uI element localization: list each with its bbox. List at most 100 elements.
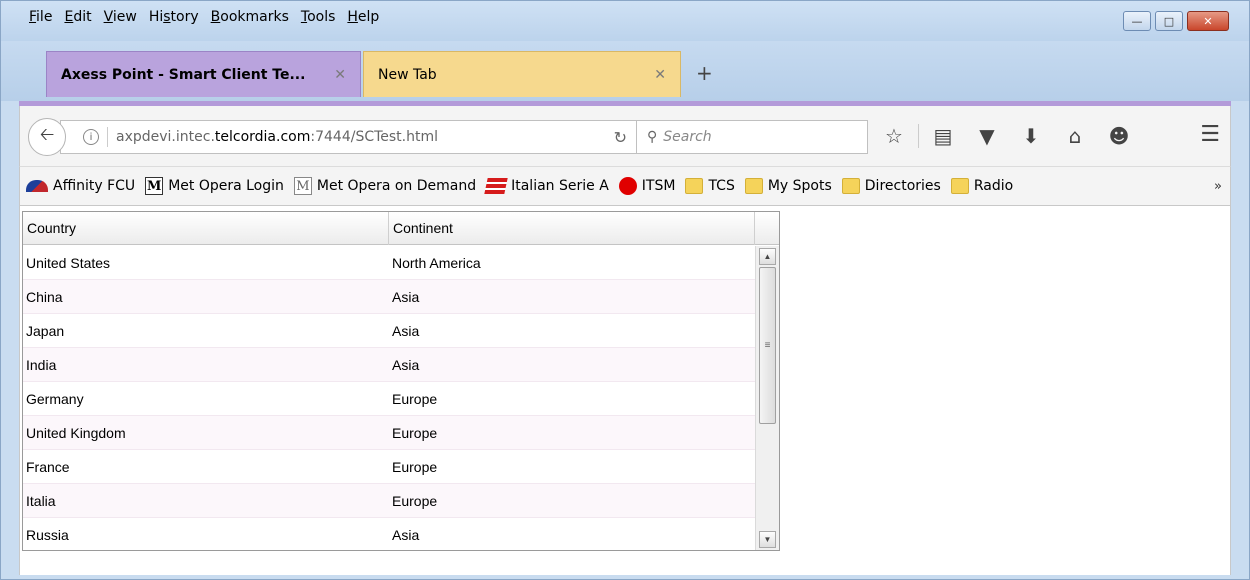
info-icon[interactable]: i — [83, 129, 99, 145]
column-header-spacer — [755, 212, 779, 245]
cell-continent: Asia — [392, 527, 420, 543]
tab-strip: Axess Point - Smart Client Te... ✕ New T… — [1, 41, 1249, 101]
affinity-logo-icon — [26, 180, 48, 192]
search-icon: ⚲ — [647, 129, 658, 145]
cell-continent: Europe — [392, 391, 438, 407]
main-menu: File Edit View History Bookmarks Tools H… — [29, 9, 391, 25]
cell-country: United Kingdom — [26, 425, 126, 441]
bookmark-label: Directories — [864, 178, 941, 194]
table-row[interactable]: United States North America — [23, 246, 779, 280]
cell-country: Germany — [26, 391, 84, 407]
chat-icon[interactable]: ☻ — [1097, 124, 1141, 148]
bookmarks-overflow-icon[interactable]: » — [1214, 179, 1222, 194]
bookmark-folder-my-spots[interactable]: My Spots — [744, 178, 832, 194]
download-icon[interactable]: ⬇ — [1009, 124, 1053, 148]
menu-bookmarks-rest: ookmarks — [220, 9, 289, 25]
bookmark-label: Italian Serie A — [511, 178, 609, 194]
serie-a-icon — [484, 178, 508, 194]
close-window-button[interactable]: ✕ — [1187, 11, 1229, 31]
bookmark-met-opera-login[interactable]: M Met Opera Login — [145, 177, 284, 195]
cell-country: Russia — [26, 527, 69, 543]
menu-history-rest: tory — [170, 9, 199, 25]
bookmark-label: Met Opera on Demand — [316, 178, 477, 194]
home-icon[interactable]: ⌂ — [1053, 124, 1097, 148]
m-logo-icon: M — [293, 177, 312, 195]
reload-icon[interactable]: ↻ — [614, 128, 627, 147]
bookmark-met-opera-on-demand[interactable]: M Met Opera on Demand — [293, 177, 477, 195]
cell-continent: Europe — [392, 493, 438, 509]
table-row[interactable]: Japan Asia — [23, 314, 779, 348]
tab-close-icon[interactable]: ✕ — [334, 67, 346, 83]
bookmark-folder-radio[interactable]: Radio — [950, 178, 1014, 194]
cell-continent: Asia — [392, 323, 420, 339]
bookmark-label: TCS — [708, 178, 735, 194]
grid-header: Country Continent — [23, 212, 779, 245]
menu-file[interactable]: File — [29, 9, 52, 25]
bookmark-folder-tcs[interactable]: TCS — [685, 178, 735, 194]
page-content: Country Continent United States North Am… — [19, 206, 1231, 575]
column-header-continent[interactable]: Continent — [389, 212, 755, 245]
scroll-down-arrow-icon[interactable]: ▼ — [759, 531, 776, 548]
table-row[interactable]: Germany Europe — [23, 382, 779, 416]
table-row[interactable]: Russia Asia — [23, 518, 779, 550]
table-row[interactable]: India Asia — [23, 348, 779, 382]
cell-continent: Europe — [392, 425, 438, 441]
table-row[interactable]: France Europe — [23, 450, 779, 484]
search-placeholder: Search — [663, 129, 712, 145]
window-controls: — □ ✕ — [1123, 11, 1229, 31]
bookmark-itsm[interactable]: ITSM — [618, 177, 675, 195]
menu-help[interactable]: Help — [347, 9, 379, 25]
tab-close-icon[interactable]: ✕ — [654, 67, 666, 83]
minimize-button[interactable]: — — [1123, 11, 1151, 31]
maximize-button[interactable]: □ — [1155, 11, 1183, 31]
table-row[interactable]: Italia Europe — [23, 484, 779, 518]
toolbar-icons: ☆ ▤ ▼ ⬇ ⌂ ☻ — [872, 124, 1141, 148]
url-bar[interactable]: i axpdevi.intec.telcordia.com:7444/SCTes… — [60, 120, 640, 154]
country-grid: Country Continent United States North Am… — [22, 211, 780, 551]
cell-continent: North America — [392, 255, 481, 271]
cell-country: Italia — [26, 493, 56, 509]
url-separator — [107, 127, 108, 147]
menu-bar: File Edit View History Bookmarks Tools H… — [1, 1, 1249, 41]
folder-icon — [744, 178, 763, 194]
menu-help-rest: elp — [357, 9, 380, 25]
table-row[interactable]: United Kingdom Europe — [23, 416, 779, 450]
bookmark-affinity-fcu[interactable]: Affinity FCU — [26, 178, 135, 194]
search-input[interactable]: ⚲ Search — [636, 120, 868, 154]
red-circle-icon — [618, 177, 637, 195]
browser-window: File Edit View History Bookmarks Tools H… — [0, 0, 1250, 580]
bookmarks-bar: Affinity FCU M Met Opera Login M Met Ope… — [19, 166, 1231, 206]
menu-edit-rest: dit — [73, 9, 92, 25]
folder-icon — [685, 178, 704, 194]
menu-bookmarks[interactable]: Bookmarks — [211, 9, 289, 25]
menu-view-rest: iew — [112, 9, 137, 25]
tab-label: Axess Point - Smart Client Te... — [61, 66, 306, 83]
cell-country: France — [26, 459, 70, 475]
tab-axess-point[interactable]: Axess Point - Smart Client Te... ✕ — [46, 51, 361, 97]
back-arrow-icon: 🡠 — [39, 124, 55, 145]
scroll-up-arrow-icon[interactable]: ▲ — [759, 248, 776, 265]
bookmark-star-icon[interactable]: ☆ — [872, 124, 916, 148]
new-tab-plus-icon[interactable]: + — [696, 61, 713, 85]
menu-tools[interactable]: Tools — [301, 9, 336, 25]
menu-history[interactable]: History — [149, 9, 199, 25]
back-button[interactable]: 🡠 — [28, 118, 66, 156]
table-row[interactable]: China Asia — [23, 280, 779, 314]
menu-edit[interactable]: Edit — [64, 9, 91, 25]
toolbar-separator — [918, 124, 919, 148]
menu-tools-rest: ools — [307, 9, 336, 25]
bookmark-folder-directories[interactable]: Directories — [841, 178, 941, 194]
cell-continent: Asia — [392, 289, 420, 305]
bookmark-italian-serie-a[interactable]: Italian Serie A — [484, 178, 609, 194]
pocket-icon[interactable]: ▼ — [965, 124, 1009, 148]
menu-history-pre: Hi — [148, 9, 164, 25]
grid-scrollbar[interactable]: ▲ ≡ ▼ — [755, 246, 779, 550]
scrollbar-thumb[interactable]: ≡ — [759, 267, 776, 424]
hamburger-menu-icon[interactable]: ☰ — [1200, 122, 1220, 147]
cell-continent: Asia — [392, 357, 420, 373]
menu-view[interactable]: View — [104, 9, 137, 25]
bookmark-label: Radio — [973, 178, 1014, 194]
column-header-country[interactable]: Country — [23, 212, 389, 245]
tab-new-tab[interactable]: New Tab ✕ — [363, 51, 681, 97]
reader-view-icon[interactable]: ▤ — [921, 124, 965, 148]
